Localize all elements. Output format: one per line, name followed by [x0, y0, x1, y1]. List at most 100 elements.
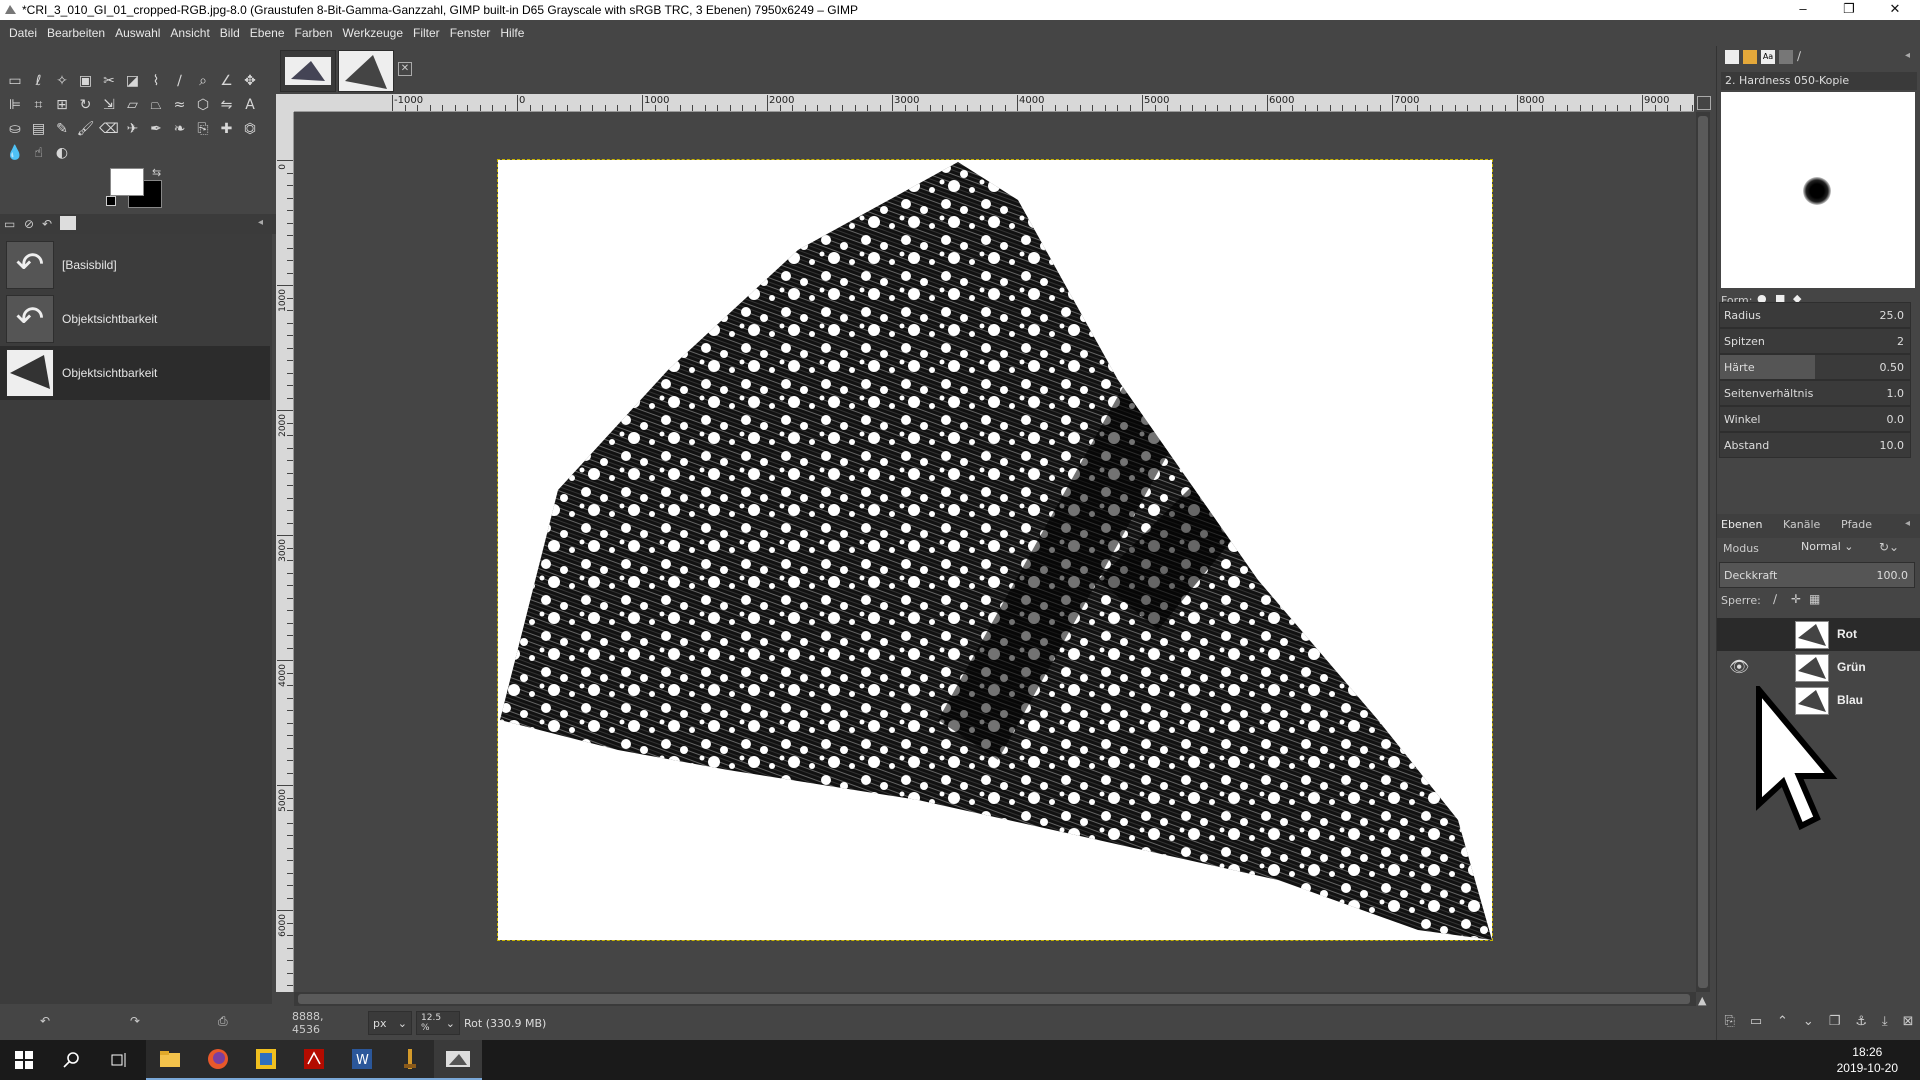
tab-ebenen[interactable]: Ebenen [1721, 518, 1762, 531]
brushes-tab-icon[interactable] [1725, 50, 1739, 64]
menu-filter[interactable]: Filter [408, 26, 445, 40]
ruler-corner[interactable] [276, 94, 294, 112]
vertical-ruler[interactable]: 0 1000 2000 3000 4000 5000 6000 [276, 112, 294, 992]
lasso-icon[interactable]: ℓ [28, 70, 50, 92]
smudge-icon[interactable]: ☝ [28, 142, 50, 164]
horizontal-scroll-thumb[interactable] [298, 994, 1690, 1004]
clone-icon[interactable]: ⎘ [192, 118, 214, 140]
color-picker-icon[interactable]: ∕ [169, 70, 191, 92]
panel-menu-icon[interactable]: ◂ [1905, 518, 1910, 529]
brush-preview[interactable] [1721, 92, 1915, 288]
zoom-to-fit-icon[interactable] [1697, 96, 1711, 110]
mypaint-icon[interactable]: ❧ [169, 118, 191, 140]
perspective-clone-icon[interactable]: ⏣ [239, 118, 261, 140]
close-button[interactable]: ✕ [1872, 0, 1918, 20]
menu-bild[interactable]: Bild [215, 26, 245, 40]
slider-härte[interactable]: Härte 0.50 [1719, 354, 1911, 380]
warp-icon[interactable]: ≈ [169, 94, 191, 116]
perspective-icon[interactable]: ⏢ [145, 94, 167, 116]
zoom-icon[interactable]: ⌕ [192, 70, 214, 92]
menu-ebene[interactable]: Ebene [245, 26, 290, 40]
scissors-icon[interactable]: ✂ [98, 70, 120, 92]
menu-datei[interactable]: Datei [4, 26, 42, 40]
eye-icon[interactable]: 👁 [1729, 657, 1749, 676]
tab-kanaele[interactable]: Kanäle [1783, 518, 1820, 531]
image-canvas[interactable] [497, 159, 1493, 941]
text-icon[interactable]: A [239, 94, 261, 116]
start-icon[interactable] [0, 1040, 48, 1080]
panel-menu-icon[interactable]: ◂ [1905, 50, 1910, 61]
by-color-select-icon[interactable]: ▣ [75, 70, 97, 92]
lock-position-icon[interactable]: ✛ [1791, 592, 1801, 606]
unified-transform-icon[interactable]: ⊞ [51, 94, 73, 116]
menu-fenster[interactable]: Fenster [445, 26, 496, 40]
ink-icon[interactable]: ✒ [145, 118, 167, 140]
app-icon[interactable] [242, 1040, 290, 1080]
slider-seitenverhältnis[interactable]: Seitenverhältnis 1.0 [1719, 380, 1911, 406]
history-item-selected[interactable]: Objektsichtbarkeit [0, 346, 270, 400]
clear-history-icon[interactable]: ⎙ [218, 1014, 228, 1029]
cage-icon[interactable]: ⬡ [192, 94, 214, 116]
default-colors-icon[interactable] [106, 196, 116, 206]
fonts-tab-icon[interactable]: Aa [1761, 50, 1775, 64]
device-status-tab-icon[interactable]: ⊘ [24, 217, 34, 231]
menu-bearbeiten[interactable]: Bearbeiten [42, 26, 110, 40]
opacity-slider[interactable]: Deckkraft 100.0 [1719, 562, 1915, 588]
undo-icon[interactable]: ↶ [40, 1014, 50, 1028]
task-view-icon[interactable] [96, 1040, 144, 1080]
menu-hilfe[interactable]: Hilfe [495, 26, 529, 40]
images-tab-icon[interactable] [60, 216, 76, 230]
reset-mode-icon[interactable]: ↻⌄ [1879, 540, 1899, 554]
align-icon[interactable]: ⊫ [4, 94, 26, 116]
lower-layer-icon[interactable]: ⌄ [1803, 1014, 1814, 1029]
explorer-icon[interactable] [146, 1040, 194, 1080]
heal-icon[interactable]: ✚ [216, 118, 238, 140]
merge-down-icon[interactable]: ⤓ [1882, 1014, 1888, 1029]
undo-history-tab-icon[interactable]: ↶ [42, 217, 52, 231]
move-icon[interactable]: ✥ [239, 70, 261, 92]
slider-spitzen[interactable]: Spitzen 2 [1719, 328, 1911, 354]
anchor-icon[interactable]: ⚓ [1855, 1014, 1867, 1029]
horizontal-ruler[interactable]: -1000 0 1000 2000 3000 4000 5000 6000 7000 8000 90… [294, 94, 1694, 112]
duplicate-layer-icon[interactable]: ❐ [1829, 1014, 1841, 1029]
paths-icon[interactable]: ⌇ [145, 70, 167, 92]
fuzzy-select-icon[interactable]: ✧ [51, 70, 73, 92]
zoom-select[interactable]: 12.5 % ⌄ [416, 1011, 460, 1035]
image-tab-active[interactable] [338, 50, 394, 92]
menu-auswahl[interactable]: Auswahl [110, 26, 165, 40]
crop-icon[interactable]: ⌗ [28, 94, 50, 116]
rect-select-icon[interactable]: ▭ [4, 70, 26, 92]
history-item[interactable]: ↶ [Basisbild] [0, 238, 270, 292]
panel-menu-icon[interactable]: ◂ [258, 217, 263, 228]
rotate-icon[interactable]: ↻ [75, 94, 97, 116]
redo-icon[interactable]: ↷ [130, 1014, 140, 1028]
mode-select[interactable]: Normal ⌄ [1801, 540, 1873, 558]
close-tab-icon[interactable]: ✕ [398, 62, 412, 76]
delete-layer-icon[interactable]: ⊠ [1903, 1014, 1914, 1029]
pencil-icon[interactable]: ✎ [51, 118, 73, 140]
menu-farben[interactable]: Farben [290, 26, 338, 40]
measure-icon[interactable]: ∠ [216, 70, 238, 92]
lock-pixels-icon[interactable]: ∕ [1773, 592, 1777, 606]
airbrush-icon[interactable]: ✈ [122, 118, 144, 140]
swap-colors-icon[interactable]: ⇆ [152, 166, 161, 179]
maximize-button[interactable]: ❐ [1826, 0, 1872, 20]
layer-row[interactable]: Rot [1717, 618, 1920, 651]
paint-dynamics-tab-icon[interactable]: ∕ [1797, 49, 1801, 63]
slider-radius[interactable]: Radius 25.0 [1719, 302, 1911, 328]
minimize-button[interactable]: – [1780, 0, 1826, 20]
bucket-fill-icon[interactable]: ⛀ [4, 118, 26, 140]
foreground-select-icon[interactable]: ◪ [122, 70, 144, 92]
vertical-scroll-thumb[interactable] [1698, 116, 1708, 988]
layer-row[interactable]: 👁 Grün [1717, 651, 1920, 684]
menu-ansicht[interactable]: Ansicht [165, 26, 214, 40]
tab-pfade[interactable]: Pfade [1841, 518, 1872, 531]
paintbrush-icon[interactable]: 🖌 [75, 118, 97, 140]
gimp-icon[interactable] [434, 1040, 482, 1080]
scale-icon[interactable]: ⇲ [98, 94, 120, 116]
gradient-icon[interactable]: ▤ [28, 118, 50, 140]
shear-icon[interactable]: ▱ [122, 94, 144, 116]
foreground-color-swatch[interactable] [110, 168, 144, 196]
patterns-tab-icon[interactable] [1743, 50, 1757, 64]
app-icon-2[interactable] [386, 1040, 434, 1080]
